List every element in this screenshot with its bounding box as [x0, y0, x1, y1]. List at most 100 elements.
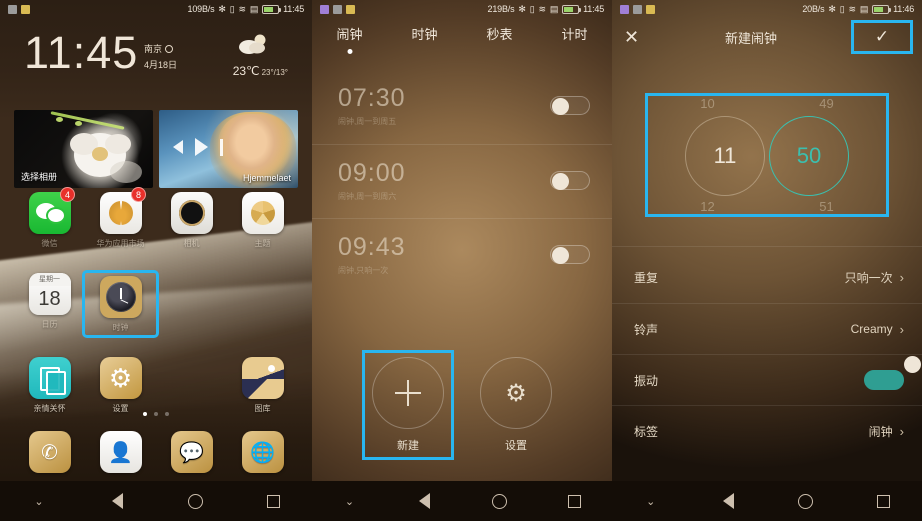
gallery-card-label: 选择相册: [21, 172, 58, 182]
app-huawei-store[interactable]: 8 华为应用市场: [85, 187, 156, 249]
status-clock: 11:45: [283, 4, 304, 14]
battery-icon: [872, 4, 892, 14]
row-vibrate[interactable]: 振动: [612, 354, 922, 405]
tab-stopwatch[interactable]: 秒表: [462, 24, 537, 55]
phone-clock-app: 219B/s ✻ ▯ ≋ ▤ 11:45 闹钟 时钟 秒表 计时 07:30 闹…: [312, 0, 612, 521]
app-themes[interactable]: 主题: [227, 192, 298, 249]
camera-icon: [170, 192, 213, 234]
tab-label: 闹钟: [336, 27, 363, 42]
alarm-row[interactable]: 09:00 闹钟,周一到周六: [312, 144, 612, 218]
vibrate-icon: ▯: [529, 3, 535, 14]
time-picker-highlighted[interactable]: 10 49 11 50 12 51: [645, 93, 889, 217]
nav-home-button[interactable]: [767, 493, 845, 509]
app-grid: 4 微信 8 华为应用市场 相机 主题 星期一 18 日历 时钟 亲情关怀 ⚙ …: [14, 187, 298, 414]
widget-cards: 选择相册 Hjemmelaet: [14, 110, 298, 188]
nav-recents-button[interactable]: [234, 494, 312, 508]
row-label: 铃声: [634, 322, 659, 337]
app-label: 日历: [41, 320, 58, 329]
music-card[interactable]: Hjemmelaet: [159, 110, 298, 188]
nav-collapse-button[interactable]: ⌄: [312, 495, 387, 508]
nav-recents-button[interactable]: [537, 494, 612, 508]
new-alarm-header: ✕ 新建闹钟 ✓: [612, 18, 922, 56]
page-dot-3[interactable]: [165, 412, 169, 416]
app-clock-highlighted[interactable]: 时钟: [82, 270, 159, 338]
new-alarm-button-highlighted[interactable]: 新建: [362, 350, 454, 460]
alarm-toggle[interactable]: [550, 171, 590, 190]
home-circle-icon: [798, 493, 814, 509]
phone-glyph: ✆: [41, 441, 58, 464]
tab-timer[interactable]: 计时: [537, 24, 612, 55]
alarm-row[interactable]: 07:30 闹钟,周一到周五: [312, 70, 612, 144]
next-track-icon[interactable]: [195, 138, 208, 156]
dock-contacts[interactable]: 👤: [85, 431, 156, 473]
dock-messages[interactable]: 💬: [156, 431, 227, 473]
confirm-check-icon[interactable]: ✓: [851, 20, 913, 54]
minute-next: 51: [819, 199, 834, 214]
alarm-row[interactable]: 09:43 闹钟,只响一次: [312, 218, 612, 292]
row-ringtone[interactable]: 铃声 Creamy ›: [612, 303, 922, 354]
tab-label: 时钟: [411, 27, 438, 42]
app-calendar[interactable]: 星期一 18 日历: [14, 273, 85, 335]
app-family-care[interactable]: 亲情关怀: [14, 357, 85, 414]
dock-phone[interactable]: ✆: [14, 431, 85, 473]
status-notification-icons: [8, 4, 30, 14]
nav-back-button[interactable]: [387, 493, 462, 509]
page-dot-2[interactable]: [154, 412, 158, 416]
row-value: 只响一次: [844, 271, 893, 285]
phone-home-screen: 109B/s ✻ ▯ ≋ ▤ 11:45 11:45 南京 4月18日 23℃ …: [0, 0, 312, 521]
network-speed: 20B/s: [802, 4, 825, 14]
row-label-tag[interactable]: 标签 闹钟 ›: [612, 405, 922, 456]
home-circle-icon: [492, 493, 507, 509]
row-label: 标签: [634, 424, 659, 439]
gear-icon: ⚙: [505, 379, 527, 407]
minute-selected[interactable]: 50: [769, 116, 849, 196]
navigation-bar-new-alarm: ⌄: [612, 481, 922, 521]
row-repeat[interactable]: 重复 只响一次 ›: [612, 252, 922, 303]
status-right-cluster: 20B/s ✻ ▯ ≋ ▤ 11:46: [802, 4, 914, 14]
app-gallery[interactable]: 图库: [227, 357, 298, 414]
status-notification-icons: [620, 4, 655, 14]
tab-alarm[interactable]: 闹钟: [312, 24, 387, 55]
close-icon[interactable]: ✕: [624, 28, 648, 46]
status-bar-new-alarm: 20B/s ✻ ▯ ≋ ▤ 11:46: [612, 0, 922, 18]
vibrate-icon: ▯: [229, 3, 235, 14]
weather-clock-widget[interactable]: 11:45 南京 4月18日 23℃ 23°/13°: [16, 26, 296, 100]
gallery-card[interactable]: 选择相册: [14, 110, 153, 188]
chevron-right-icon: ›: [899, 270, 904, 285]
media-controls[interactable]: [173, 138, 223, 156]
nav-recents-button[interactable]: [845, 494, 922, 508]
network-speed: 109B/s: [187, 4, 215, 14]
app-settings[interactable]: ⚙ 设置: [85, 357, 156, 414]
clock-action-buttons: 新建 ⚙ 设置: [312, 350, 612, 460]
clock-settings-button[interactable]: ⚙ 设置: [473, 353, 559, 457]
messages-icon: 💬: [170, 431, 213, 473]
dock-browser[interactable]: 🌐: [227, 431, 298, 473]
clock-icon: [99, 276, 142, 318]
vibrate-toggle[interactable]: [864, 356, 921, 390]
picker-selected-values: 11 50: [648, 114, 886, 198]
clock-face: [105, 282, 136, 312]
alarm-toggle[interactable]: [550, 245, 590, 264]
tab-clock[interactable]: 时钟: [387, 24, 462, 55]
previous-track-icon[interactable]: [173, 140, 183, 154]
nav-collapse-button[interactable]: ⌄: [612, 495, 690, 508]
nav-back-button[interactable]: [78, 493, 156, 509]
page-dot-1[interactable]: [143, 412, 147, 416]
hour-selected[interactable]: 11: [685, 116, 765, 196]
contacts-icon: 👤: [99, 431, 142, 473]
notif-icon-3: [646, 4, 655, 14]
phone-icon: ✆: [28, 431, 71, 473]
widget-date: 4月18日: [144, 60, 178, 70]
plus-icon: [395, 380, 421, 406]
nav-home-button[interactable]: [462, 493, 537, 509]
app-row-3: 亲情关怀 ⚙ 设置 图库: [14, 357, 298, 414]
alarm-toggle[interactable]: [550, 96, 590, 115]
nav-back-button[interactable]: [690, 493, 768, 509]
app-camera[interactable]: 相机: [156, 192, 227, 249]
nav-home-button[interactable]: [156, 493, 234, 509]
clock-hour-hand: [120, 298, 129, 304]
row-label: 重复: [634, 271, 659, 285]
tab-label: 计时: [561, 27, 588, 42]
nav-collapse-button[interactable]: ⌄: [0, 495, 78, 508]
app-wechat[interactable]: 4 微信: [14, 187, 85, 249]
